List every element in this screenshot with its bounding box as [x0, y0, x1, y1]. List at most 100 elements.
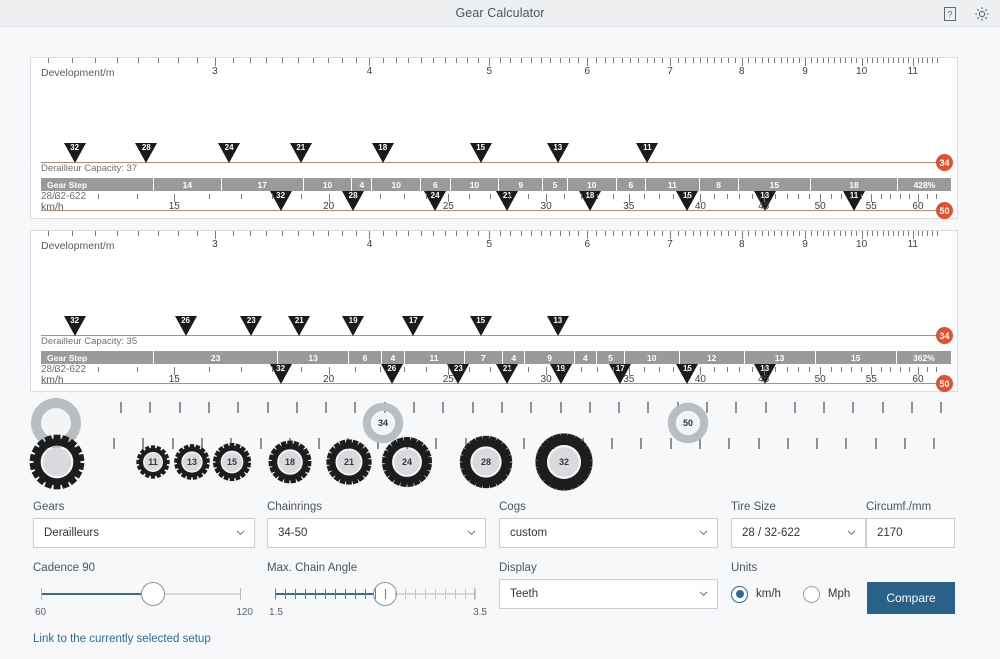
axis-tick-minor	[249, 58, 251, 63]
radio-mph-label: Mph	[827, 588, 851, 600]
compare-button[interactable]: Compare	[867, 582, 955, 614]
axis-tick-label: 3	[212, 239, 218, 250]
permalink-link[interactable]: Link to the currently selected setup	[33, 633, 211, 645]
axis-tick-minor	[563, 367, 565, 372]
gear-marker[interactable]: 23	[240, 316, 263, 336]
display-select[interactable]: Teeth	[499, 579, 718, 609]
cog-21[interactable]: 21	[325, 438, 373, 486]
axis-tick-minor	[354, 194, 356, 199]
axis-tick-minor	[931, 231, 933, 236]
cog-28[interactable]: 28	[459, 435, 513, 489]
cog-18[interactable]: 18	[267, 439, 313, 485]
gear-icon[interactable]	[974, 6, 990, 22]
chainring-50[interactable]: 50	[666, 401, 710, 445]
axis-label-speed-1: km/h	[41, 201, 64, 213]
cadence-slider-handle[interactable]	[141, 582, 165, 606]
gear-marker[interactable]: 26	[174, 316, 197, 336]
gear-marker[interactable]: 11	[636, 143, 659, 163]
axis-tick-major	[670, 58, 672, 66]
axis-tick-major	[741, 231, 743, 239]
axis-tick-minor	[877, 231, 879, 236]
scale-tick	[296, 402, 298, 413]
gears-select[interactable]: Derailleurs	[33, 518, 255, 548]
axis-tick-minor	[559, 58, 561, 63]
axis-tick-minor	[748, 231, 750, 236]
cog-24[interactable]: 24	[381, 436, 433, 488]
gear-marker[interactable]: 19	[342, 316, 365, 336]
cog-13[interactable]: 13	[172, 442, 212, 482]
gear-marker[interactable]: 32	[63, 316, 86, 336]
gear-marker[interactable]: 24	[218, 143, 241, 163]
scale-tick	[120, 402, 122, 413]
axis-tick-minor	[208, 367, 210, 372]
axis-tick-label: 8	[738, 66, 745, 77]
axis-tick-minor	[327, 231, 329, 236]
gear-marker[interactable]: 28	[135, 143, 158, 163]
crankset-icon[interactable]	[29, 434, 85, 490]
page-title: Gear Calculator	[455, 6, 545, 20]
axis-tick-minor	[613, 231, 615, 236]
axis-tick-minor	[685, 231, 687, 236]
cogs-select[interactable]: custom	[499, 518, 718, 548]
gear-marker[interactable]: 32	[63, 143, 86, 163]
gear-marker[interactable]: 18	[371, 143, 394, 163]
axis-tick-minor	[643, 194, 645, 199]
chain-angle-min: 1.5	[269, 607, 283, 618]
cog-11[interactable]: 11	[134, 443, 172, 481]
cog-15[interactable]: 15	[211, 441, 253, 483]
slider-cap-right	[240, 588, 241, 600]
axis-tick-minor	[931, 58, 933, 63]
scale-tick	[560, 402, 562, 413]
scale-tick	[933, 438, 935, 449]
speed-axis-1: km/h 15 20 25 30 35 40 45 50 55 60	[31, 192, 957, 218]
axis-tick-minor	[520, 58, 522, 63]
cog-32[interactable]: 32	[535, 433, 593, 491]
gear-marker[interactable]: 15	[469, 316, 492, 336]
scale-tick	[618, 402, 620, 413]
chain-angle-slider[interactable]: 1.5 3.5	[269, 579, 487, 618]
axis-tick-minor	[728, 58, 730, 63]
gear-marker[interactable]: 13	[546, 316, 569, 336]
axis-tick-label: 5	[486, 66, 493, 77]
axis-tick-label: 11	[907, 239, 918, 250]
axis-tick-minor	[810, 231, 812, 236]
axis-tick-minor	[241, 367, 243, 372]
total-range-label: 428%	[897, 178, 951, 191]
question-mark-icon[interactable]: ?	[942, 6, 958, 22]
gear-marker[interactable]: 21	[289, 143, 312, 163]
gear-marker[interactable]: 17	[402, 316, 425, 336]
radio-kmh[interactable]	[731, 585, 748, 603]
axis-tick-minor	[550, 58, 552, 63]
axis-tick-minor	[839, 58, 841, 63]
chevron-down-icon	[699, 591, 708, 596]
axis-tick-label: 60	[912, 374, 924, 385]
axis-tick-minor	[828, 231, 830, 236]
radio-mph[interactable]	[802, 585, 820, 603]
axis-tick-minor	[432, 231, 434, 236]
axis-tick-minor	[643, 367, 645, 372]
circumference-input[interactable]: 2170	[866, 518, 955, 548]
gear-marker[interactable]: 13	[546, 143, 569, 163]
scale-tick	[611, 438, 613, 449]
gear-step-cell: 6	[421, 178, 450, 191]
axis-tick-minor	[241, 194, 243, 199]
gear-marker[interactable]: 21	[288, 316, 311, 336]
gear-step-cell: 17	[221, 178, 303, 191]
axis-tick-minor	[95, 231, 97, 236]
axis-tick-minor	[613, 367, 615, 372]
axis-tick-minor	[662, 58, 664, 63]
cassette-scale: 34 50 11 13 15 18 21 24 28 32	[0, 396, 1000, 496]
axis-tick-minor	[899, 367, 901, 372]
cadence-slider[interactable]: 60 120	[35, 579, 253, 618]
scale-tick	[794, 402, 796, 413]
tire-size-select[interactable]: 28 / 32-622	[731, 518, 866, 548]
slider-tick	[425, 589, 426, 599]
chainrings-select[interactable]: 34-50	[267, 518, 486, 548]
axis-tick-minor	[686, 367, 688, 372]
axis-tick-minor	[890, 194, 892, 199]
cogs-select-value: custom	[510, 527, 548, 539]
gear-step-cell: 7	[464, 351, 503, 364]
gear-marker[interactable]: 15	[469, 143, 492, 163]
axis-tick-minor	[761, 231, 763, 236]
axis-tick-minor	[714, 231, 716, 236]
